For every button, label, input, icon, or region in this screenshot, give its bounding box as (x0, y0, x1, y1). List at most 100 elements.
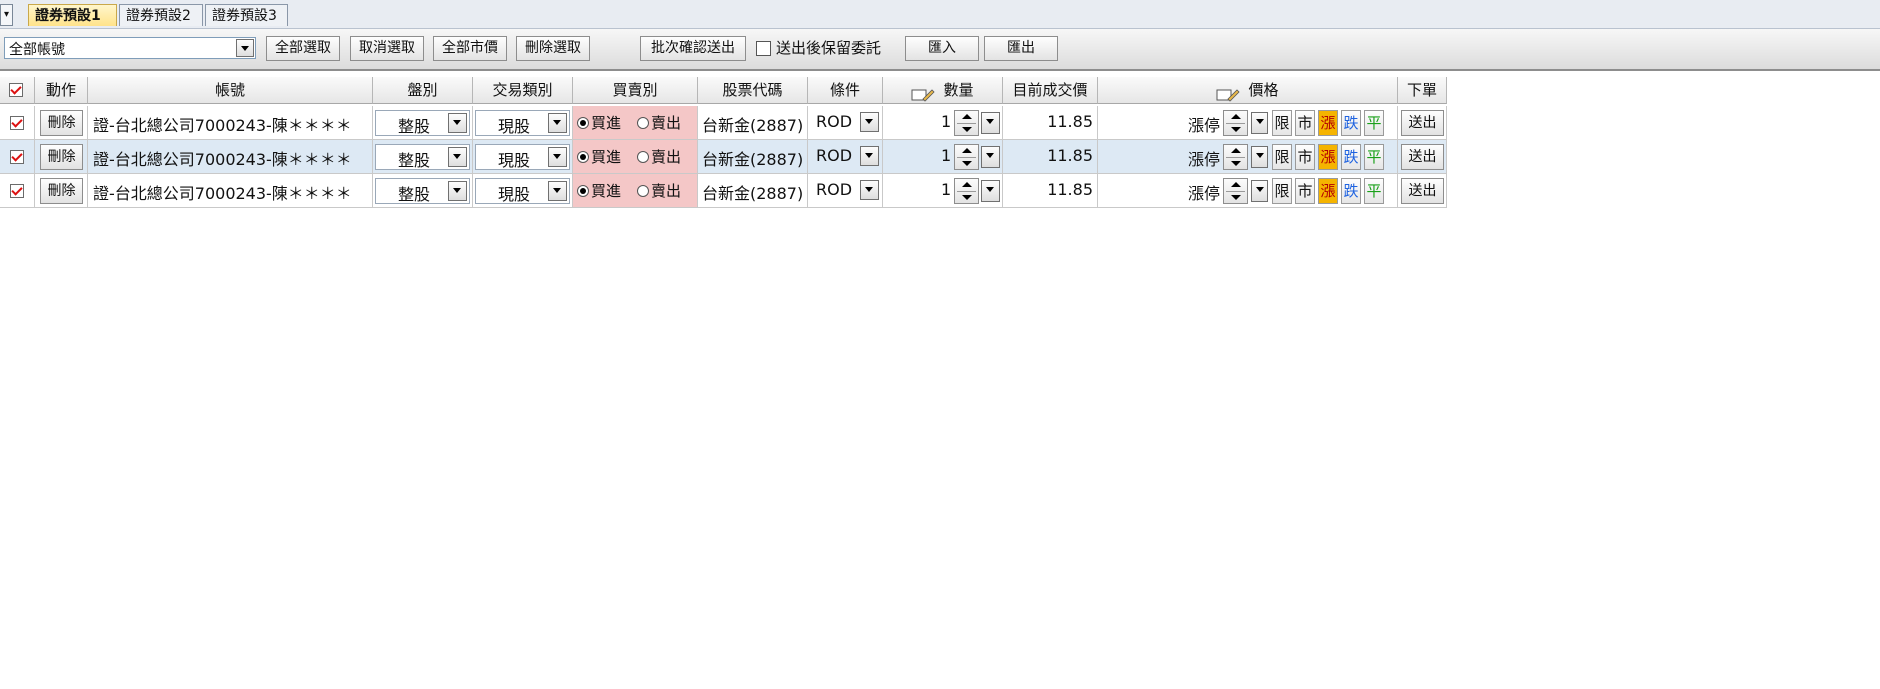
cancel-select-button[interactable]: 取消選取 (350, 36, 424, 61)
row-checkbox[interactable] (10, 150, 24, 164)
chevron-down-icon[interactable] (548, 181, 567, 201)
arrow-down-icon[interactable] (1231, 195, 1241, 200)
tab-securities-preset-3[interactable]: 證券預設3 (205, 4, 288, 26)
delete-row-button[interactable]: 刪除 (40, 178, 83, 204)
condition-select[interactable]: ROD (810, 178, 881, 204)
import-button[interactable]: 匯入 (905, 36, 979, 61)
limit-price-button[interactable]: 限 (1272, 178, 1292, 204)
account-cell: 證-台北總公司7000243-陳＊＊＊＊ (88, 106, 373, 140)
chevron-down-icon[interactable] (548, 147, 567, 167)
all-market-price-button[interactable]: 全部市價 (433, 36, 507, 61)
chevron-down-icon[interactable] (981, 112, 1000, 134)
limit-up-button[interactable]: 漲 (1318, 178, 1338, 204)
delete-row-button[interactable]: 刪除 (40, 110, 83, 136)
market-price-button[interactable]: 市 (1295, 178, 1315, 204)
flat-price-button[interactable]: 平 (1364, 144, 1384, 170)
edit-icon[interactable] (911, 84, 936, 102)
arrow-down-icon[interactable] (1231, 161, 1241, 166)
row-checkbox[interactable] (10, 116, 24, 130)
trade-type-select[interactable]: 現股 (475, 144, 570, 170)
delete-row-button[interactable]: 刪除 (40, 144, 83, 170)
send-order-button[interactable]: 送出 (1401, 178, 1444, 204)
market-price-button[interactable]: 市 (1295, 110, 1315, 136)
chevron-down-icon[interactable] (860, 146, 879, 166)
arrow-up-icon[interactable] (1231, 114, 1241, 119)
quantity-stepper[interactable] (954, 110, 979, 136)
sell-radio[interactable] (637, 151, 649, 163)
limit-price-button[interactable]: 限 (1272, 144, 1292, 170)
arrow-up-icon[interactable] (1231, 182, 1241, 187)
limit-up-button[interactable]: 漲 (1318, 144, 1338, 170)
arrow-up-icon[interactable] (1231, 148, 1241, 153)
chevron-down-icon[interactable] (448, 181, 467, 201)
send-order-button[interactable]: 送出 (1401, 144, 1444, 170)
price-stepper[interactable] (1223, 110, 1248, 136)
chevron-down-icon[interactable] (1251, 180, 1268, 202)
divider (957, 123, 976, 124)
tab-menu-button[interactable]: ▾ (0, 4, 13, 26)
market-select[interactable]: 整股 (375, 144, 470, 170)
chevron-down-icon[interactable] (860, 180, 879, 200)
quantity-stepper[interactable] (954, 178, 979, 204)
quantity-value[interactable]: 1 (941, 180, 951, 199)
sell-radio[interactable] (637, 117, 649, 129)
limit-down-button[interactable]: 跌 (1341, 178, 1361, 204)
row-checkbox[interactable] (10, 184, 24, 198)
chevron-down-icon[interactable] (448, 113, 467, 133)
condition-select[interactable]: ROD (810, 144, 881, 170)
quantity-value[interactable]: 1 (941, 112, 951, 131)
trade-type-select[interactable]: 現股 (475, 178, 570, 204)
arrow-down-icon[interactable] (962, 195, 972, 200)
chevron-down-icon[interactable] (981, 180, 1000, 202)
chevron-down-icon[interactable] (981, 146, 1000, 168)
chevron-down-icon[interactable] (236, 39, 254, 57)
trade-type-select[interactable]: 現股 (475, 110, 570, 136)
send-order-button[interactable]: 送出 (1401, 110, 1444, 136)
quantity-value[interactable]: 1 (941, 146, 951, 165)
flat-price-button[interactable]: 平 (1364, 110, 1384, 136)
limit-down-button[interactable]: 跌 (1341, 144, 1361, 170)
price-stepper[interactable] (1223, 178, 1248, 204)
limit-down-button[interactable]: 跌 (1341, 110, 1361, 136)
batch-confirm-send-button[interactable]: 批次確認送出 (640, 36, 746, 61)
arrow-down-icon[interactable] (962, 161, 972, 166)
buy-radio[interactable] (577, 117, 589, 129)
price-value[interactable]: 漲停 (1188, 146, 1220, 170)
edit-icon[interactable] (1216, 84, 1241, 102)
tab-securities-preset-1[interactable]: 證券預設1 (28, 4, 117, 26)
header-last-price: 目前成交價 (1003, 77, 1098, 104)
limit-up-button[interactable]: 漲 (1318, 110, 1338, 136)
chevron-down-icon[interactable] (448, 147, 467, 167)
price-stepper[interactable] (1223, 144, 1248, 170)
select-all-button[interactable]: 全部選取 (266, 36, 340, 61)
price-value[interactable]: 漲停 (1188, 112, 1220, 136)
arrow-down-icon[interactable] (1231, 127, 1241, 132)
header-select-all-checkbox[interactable] (0, 77, 35, 104)
limit-price-button[interactable]: 限 (1272, 110, 1292, 136)
trade-type-cell: 現股 (473, 140, 573, 174)
account-select[interactable]: 全部帳號 (4, 37, 256, 59)
sell-radio[interactable] (637, 185, 649, 197)
market-select[interactable]: 整股 (375, 110, 470, 136)
buy-radio[interactable] (577, 151, 589, 163)
flat-price-button[interactable]: 平 (1364, 178, 1384, 204)
chevron-down-icon[interactable] (548, 113, 567, 133)
condition-select[interactable]: ROD (810, 110, 881, 136)
export-button[interactable]: 匯出 (984, 36, 1058, 61)
chevron-down-icon[interactable] (860, 112, 879, 132)
arrow-up-icon[interactable] (962, 148, 972, 153)
price-value[interactable]: 漲停 (1188, 180, 1220, 204)
arrow-up-icon[interactable] (962, 182, 972, 187)
quantity-stepper[interactable] (954, 144, 979, 170)
keep-order-checkbox[interactable] (756, 41, 771, 56)
arrow-down-icon[interactable] (962, 127, 972, 132)
market-select[interactable]: 整股 (375, 178, 470, 204)
market-price-button[interactable]: 市 (1295, 144, 1315, 170)
arrow-up-icon[interactable] (962, 114, 972, 119)
tab-securities-preset-2[interactable]: 證券預設2 (119, 4, 203, 26)
delete-selected-button[interactable]: 刪除選取 (516, 36, 590, 61)
chevron-down-icon[interactable] (1251, 146, 1268, 168)
buy-radio[interactable] (577, 185, 589, 197)
last-price-cell: 11.85 (1003, 140, 1098, 174)
chevron-down-icon[interactable] (1251, 112, 1268, 134)
